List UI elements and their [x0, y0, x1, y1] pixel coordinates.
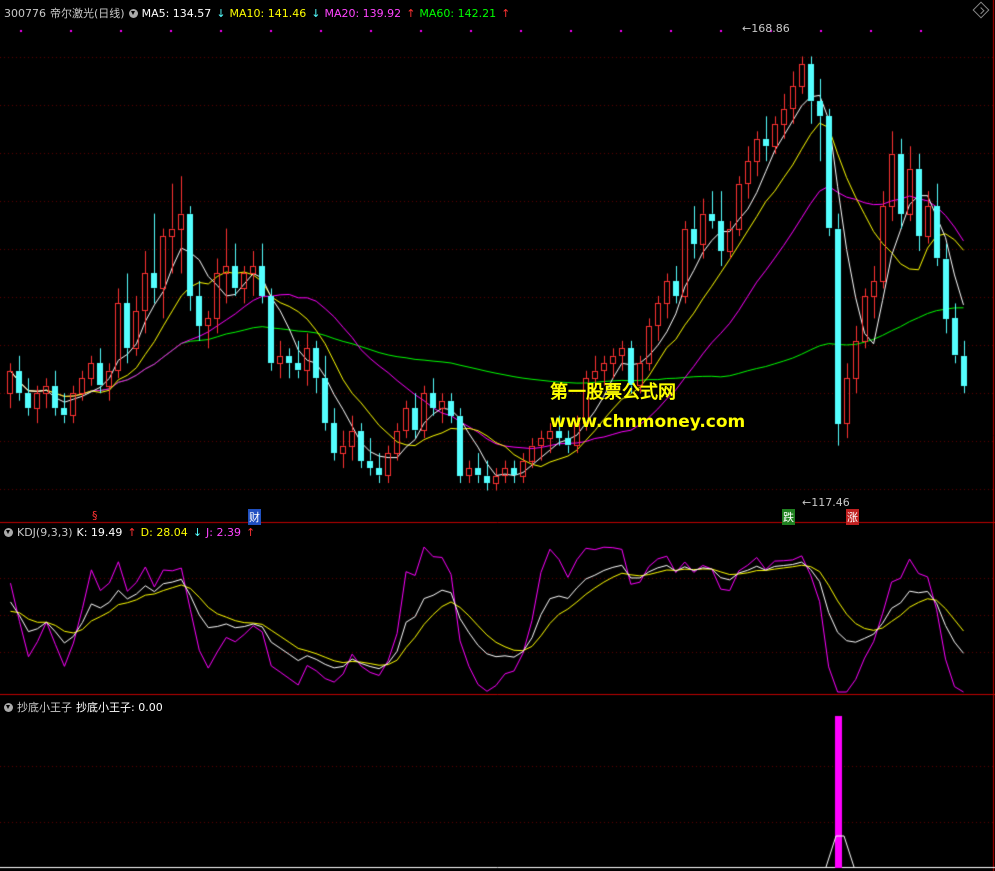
ma20-label: MA20: 139.92: [324, 6, 402, 20]
high-price-label: ←168.86: [742, 22, 790, 35]
stock-name: 帝尔激光(日线): [50, 7, 125, 20]
kdj-d-label: D: 28.04: [140, 526, 188, 539]
event-marker-up[interactable]: 涨: [846, 509, 859, 525]
indicator-header: 抄底小王子 抄底小王子: 0.00: [4, 699, 163, 715]
ma10-label: MA10: 141.46: [229, 6, 307, 20]
kdj-header: KDJ(9,3,3) K: 19.49 ↑ D: 28.04 ↓ J: 2.39 ↑: [4, 526, 255, 539]
watermark-title: 第一股票公式网: [550, 382, 676, 403]
event-marker-down[interactable]: 跌: [782, 509, 795, 525]
dropdown-icon[interactable]: [128, 8, 138, 18]
kdj-k-arrow-icon: ↑: [127, 526, 137, 539]
stock-code: 300776: [4, 6, 46, 20]
event-marker-finance[interactable]: 财: [248, 509, 261, 525]
event-marker-1[interactable]: §: [92, 509, 98, 522]
ma5-arrow-icon: ↓: [216, 6, 226, 20]
indicator-title: 抄底小王子: [17, 701, 72, 714]
high-price-value: 168.86: [751, 22, 790, 35]
kdj-title: KDJ(9,3,3): [17, 526, 73, 539]
kdj-dropdown-icon[interactable]: [4, 528, 13, 537]
watermark-url: www.chnmoney.com: [550, 412, 746, 432]
kdj-j-label: J: 2.39: [206, 526, 241, 539]
ma20-arrow-icon: ↑: [406, 6, 416, 20]
indicator-dropdown-icon[interactable]: [4, 702, 13, 712]
ma5-label: MA5: 134.57: [141, 6, 212, 20]
main-chart-header: 300776 帝尔激光(日线) MA5: 134.57 ↓ MA10: 141.4…: [4, 5, 510, 21]
ma60-arrow-icon: ↑: [501, 6, 511, 20]
kdj-k-label: K: 19.49: [76, 526, 123, 539]
ma10-arrow-icon: ↓: [311, 6, 321, 20]
low-price-label: ←117.46: [802, 496, 850, 509]
kdj-j-arrow-icon: ↑: [245, 526, 256, 539]
low-price-value: 117.46: [811, 496, 850, 509]
kdj-d-arrow-icon: ↓: [192, 526, 203, 539]
stock-chart-canvas[interactable]: [0, 0, 995, 871]
ma60-label: MA60: 142.21: [419, 6, 497, 20]
indicator-value: 抄底小王子: 0.00: [76, 701, 163, 714]
